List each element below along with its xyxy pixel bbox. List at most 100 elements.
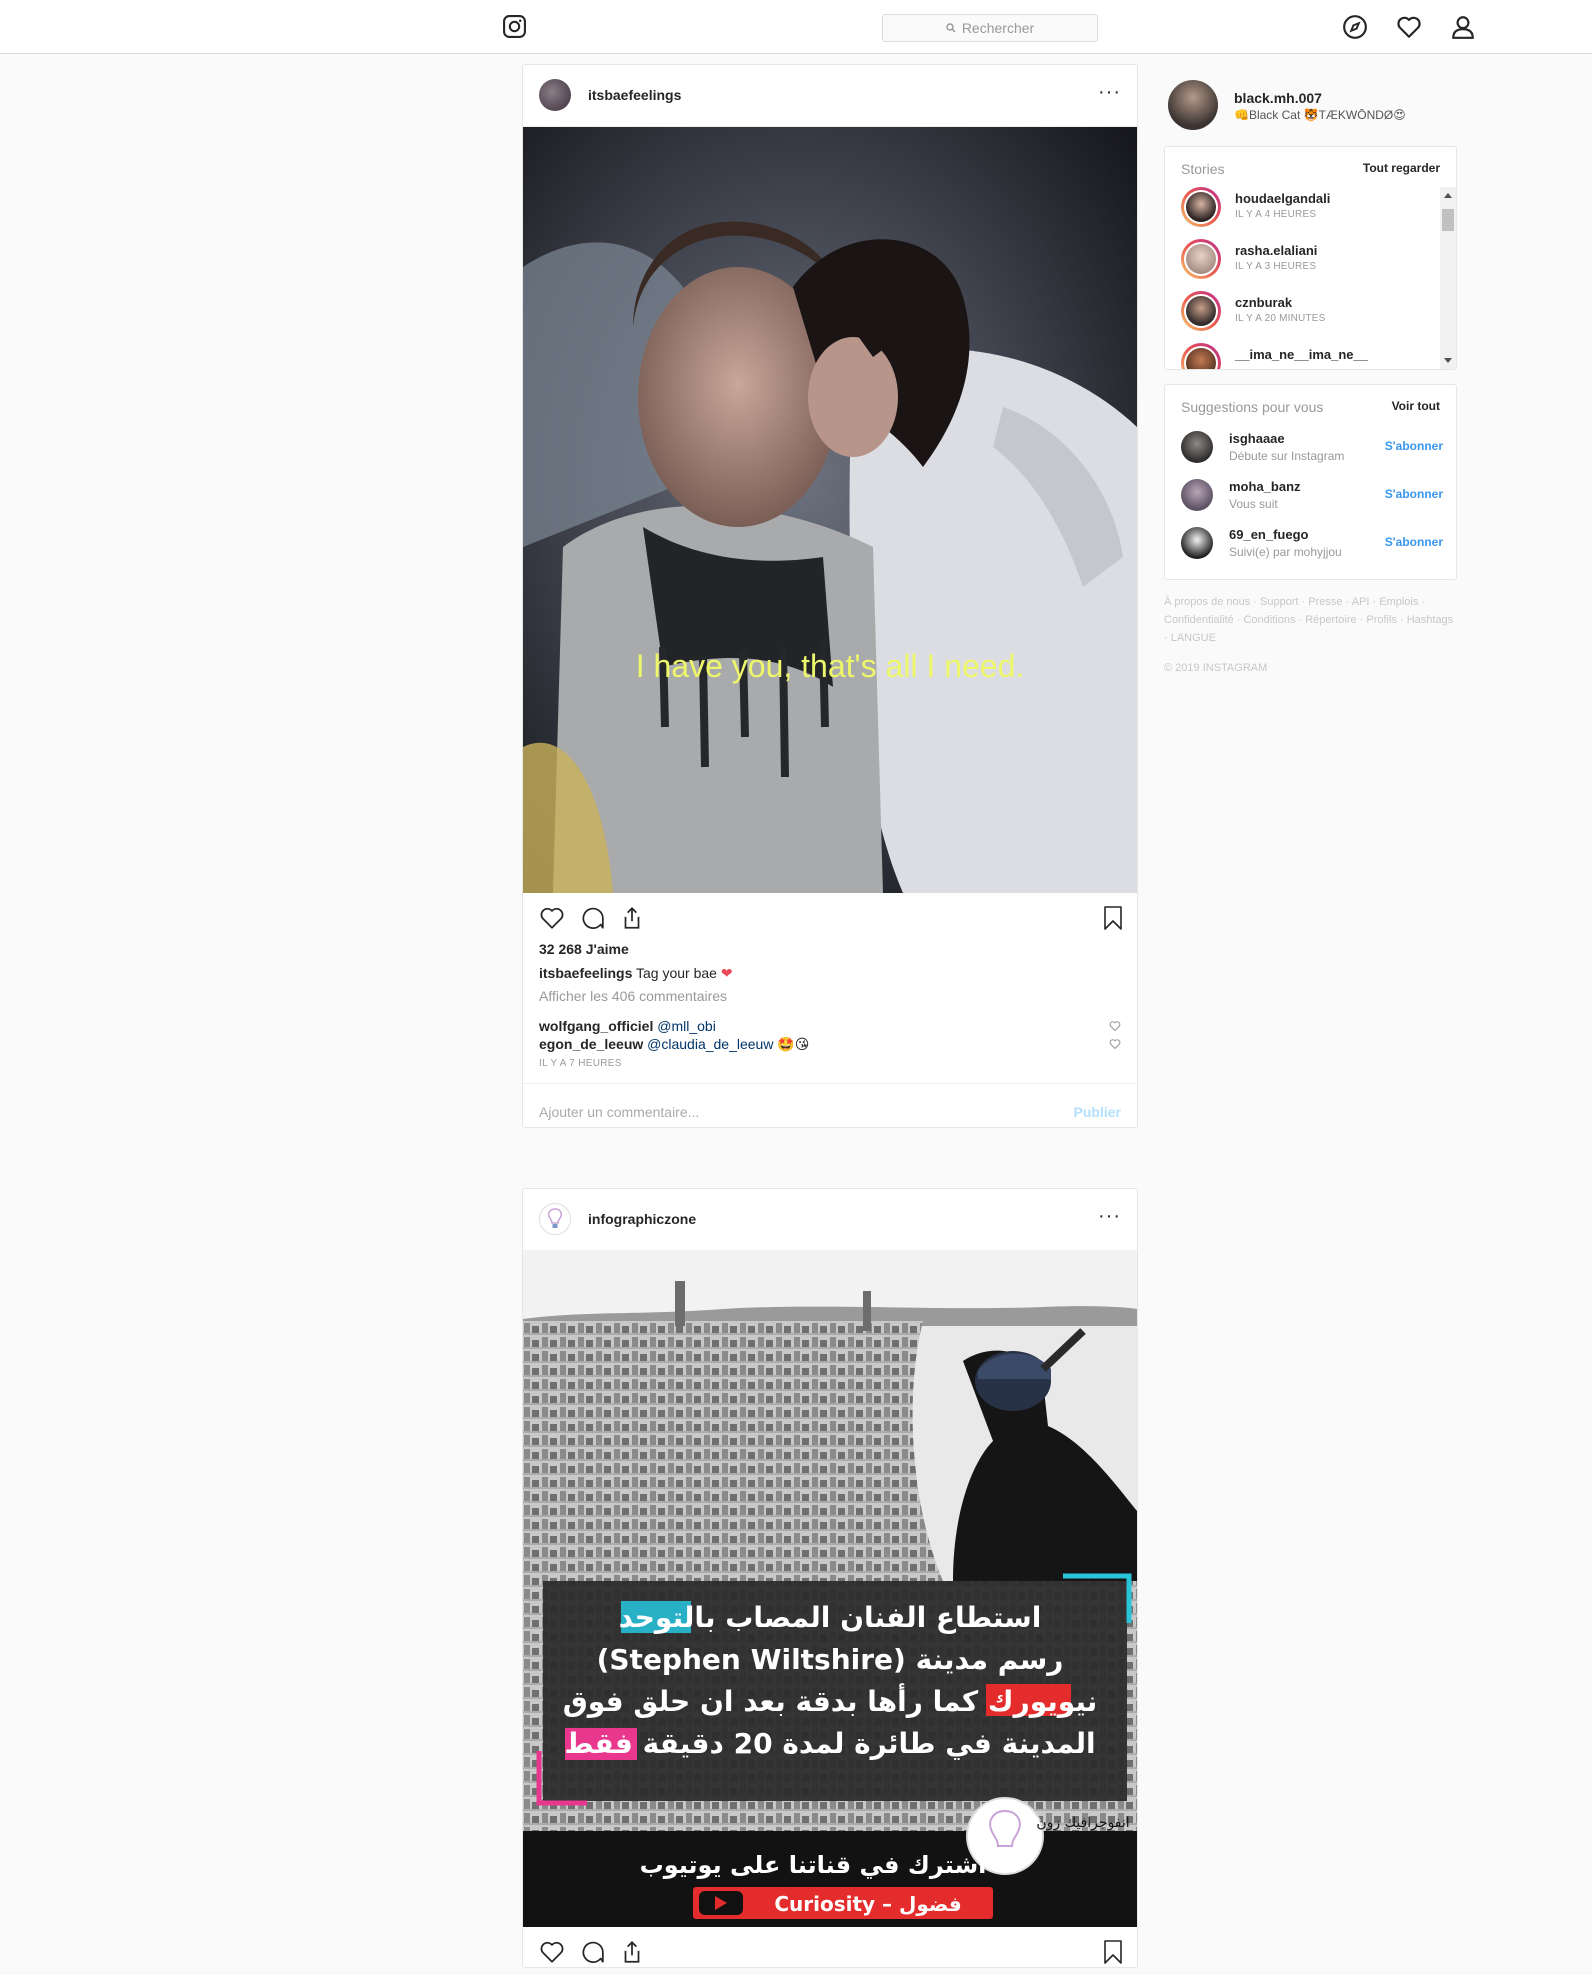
- story-username: cznburak: [1235, 295, 1293, 310]
- comment-row: egon_de_leeuw @claudia_de_leeuw 🤩😘: [523, 1036, 1137, 1054]
- channel-name: Curiosity – فضول: [774, 1892, 961, 1916]
- comment-input[interactable]: Ajouter un commentaire...: [539, 1104, 699, 1120]
- infographic-line-2: (Stephen Wiltshire) رسم مدينة: [597, 1643, 1064, 1676]
- infographic-line-4: المدينة في طائرة لمدة 20 دقيقة فقط: [564, 1727, 1095, 1760]
- explore-compass-icon[interactable]: [1342, 14, 1368, 40]
- story-username: __ima_ne__ima_ne__: [1235, 347, 1368, 362]
- more-options-icon[interactable]: ···: [1098, 82, 1121, 102]
- infographic-line-1: استطاع الفنان المصاب بالتوحد: [619, 1601, 1042, 1634]
- story-username: houdaelgandali: [1235, 191, 1331, 206]
- story-item[interactable]: rasha.elaliani IL Y A 3 HEURES: [1181, 239, 1431, 285]
- red-heart-emoji: ❤: [720, 965, 733, 981]
- follow-button[interactable]: S'abonner: [1385, 439, 1443, 453]
- like-heart-icon[interactable]: [539, 1939, 565, 1965]
- couple-photo: I have you, that's all I need.: [523, 127, 1137, 893]
- copyright: © 2019 INSTAGRAM: [1164, 662, 1268, 674]
- post-timestamp[interactable]: IL Y A 7 HEURES: [523, 1058, 1137, 1069]
- post-image[interactable]: I have you, that's all I need.: [523, 127, 1137, 893]
- see-all-stories-link[interactable]: Tout regarder: [1363, 161, 1440, 175]
- comment-emoji: 🤩😘: [777, 1036, 810, 1052]
- avatar[interactable]: [539, 79, 571, 111]
- suggestion-username[interactable]: moha_banz: [1229, 479, 1301, 494]
- scroll-up-arrow-icon[interactable]: [1443, 191, 1453, 199]
- scrollbar-thumb[interactable]: [1442, 209, 1454, 231]
- suggestions-card: Suggestions pour vous Voir tout isghaaae…: [1164, 384, 1457, 580]
- profile-user-icon[interactable]: [1450, 14, 1476, 40]
- my-avatar[interactable]: [1168, 80, 1218, 130]
- search-input[interactable]: Rechercher: [882, 14, 1098, 42]
- feed-post: itsbaefeelings ··· I have you, that's al…: [522, 64, 1138, 1128]
- view-all-comments-link[interactable]: Afficher les 406 commentaires: [523, 988, 1137, 1004]
- publish-button[interactable]: Publier: [1074, 1104, 1121, 1120]
- brand-name: انفوجرافيك زون: [1036, 1815, 1129, 1831]
- comment-like-heart-icon[interactable]: [1109, 1038, 1121, 1050]
- avatar[interactable]: [1181, 431, 1213, 463]
- infographic-image: استطاع الفنان المصاب بالتوحد (Stephen Wi…: [523, 1251, 1137, 1927]
- comment-mention[interactable]: @claudia_de_leeuw: [647, 1036, 773, 1052]
- suggestions-title: Suggestions pour vous: [1181, 399, 1324, 415]
- story-ring: [1181, 239, 1221, 279]
- my-bio: 👊Black Cat 🐯TÆKWŌNDØ😍: [1234, 108, 1406, 122]
- post-username[interactable]: itsbaefeelings: [588, 87, 681, 103]
- share-icon[interactable]: [619, 1939, 645, 1965]
- avatar[interactable]: [1181, 479, 1213, 511]
- feed-post: infographiczone ··· استطاع الفنان المصاب…: [522, 1188, 1138, 1968]
- stories-card: Stories Tout regarder houdaelgandali IL …: [1164, 146, 1457, 370]
- suggestion-username[interactable]: isghaaae: [1229, 431, 1285, 446]
- comment-username[interactable]: wolfgang_officiel: [539, 1018, 653, 1034]
- comment-like-heart-icon[interactable]: [1109, 1020, 1121, 1032]
- suggestion-reason: Suivi(e) par mohyjjou: [1229, 545, 1342, 559]
- lightbulb-logo-icon: [548, 1208, 562, 1228]
- avatar[interactable]: [1181, 527, 1213, 559]
- post-image[interactable]: استطاع الفنان المصاب بالتوحد (Stephen Wi…: [523, 1251, 1137, 1927]
- stories-scrollbar[interactable]: [1440, 187, 1456, 369]
- suggestion-username[interactable]: 69_en_fuego: [1229, 527, 1308, 542]
- see-all-suggestions-link[interactable]: Voir tout: [1392, 399, 1440, 413]
- footer-links[interactable]: À propos de nous · Support · Presse · AP…: [1164, 593, 1454, 647]
- story-item[interactable]: __ima_ne__ima_ne__: [1181, 343, 1431, 369]
- comment-bubble-icon[interactable]: [579, 1939, 605, 1965]
- story-item[interactable]: houdaelgandali IL Y A 4 HEURES: [1181, 187, 1431, 233]
- like-heart-icon[interactable]: [539, 905, 565, 931]
- suggestion-reason: Vous suit: [1229, 497, 1278, 511]
- search-placeholder: Rechercher: [961, 20, 1035, 36]
- follow-button[interactable]: S'abonner: [1385, 535, 1443, 549]
- post-actions: [523, 893, 1137, 941]
- avatar[interactable]: [539, 1203, 571, 1235]
- story-time: IL Y A 3 HEURES: [1235, 261, 1317, 272]
- comment-username[interactable]: egon_de_leeuw: [539, 1036, 643, 1052]
- story-time: IL Y A 20 MINUTES: [1235, 313, 1326, 324]
- search-icon: [946, 23, 956, 33]
- top-navigation-bar: Rechercher: [0, 0, 1592, 54]
- stories-title: Stories: [1181, 161, 1225, 177]
- instagram-logo-icon[interactable]: [502, 14, 527, 39]
- add-comment-bar: Ajouter un commentaire... Publier: [523, 1083, 1137, 1140]
- story-item[interactable]: cznburak IL Y A 20 MINUTES: [1181, 291, 1431, 337]
- comment-mention[interactable]: @mll_obi: [657, 1018, 716, 1034]
- share-icon[interactable]: [619, 905, 645, 931]
- my-username[interactable]: black.mh.007: [1234, 90, 1322, 106]
- story-time: IL Y A 4 HEURES: [1235, 209, 1317, 220]
- story-ring: [1181, 343, 1221, 369]
- more-options-icon[interactable]: ···: [1098, 1206, 1121, 1226]
- suggestion-reason: Débute sur Instagram: [1229, 449, 1345, 463]
- likes-count[interactable]: 32 268 J'aime: [523, 941, 1137, 957]
- suggestion-item: 69_en_fuego Suivi(e) par mohyjjou S'abon…: [1181, 525, 1443, 565]
- story-ring: [1181, 187, 1221, 227]
- save-bookmark-icon[interactable]: [1101, 1939, 1125, 1965]
- story-ring: [1181, 291, 1221, 331]
- comment-bubble-icon[interactable]: [579, 905, 605, 931]
- caption-username[interactable]: itsbaefeelings: [539, 965, 632, 981]
- post-header: itsbaefeelings ···: [523, 65, 1137, 127]
- save-bookmark-icon[interactable]: [1101, 905, 1125, 931]
- post-actions: [523, 1927, 1137, 1975]
- subscribe-text: اشترك في قناتنا على يوتيوب: [640, 1851, 987, 1879]
- post-username[interactable]: infographiczone: [588, 1211, 696, 1227]
- scroll-down-arrow-icon[interactable]: [1443, 357, 1453, 365]
- suggestion-item: isghaaae Débute sur Instagram S'abonner: [1181, 429, 1443, 469]
- post-image-overlay-text: I have you, that's all I need.: [636, 648, 1025, 684]
- post-header: infographiczone ···: [523, 1189, 1137, 1251]
- activity-heart-icon[interactable]: [1396, 14, 1422, 40]
- comment-row: wolfgang_officiel @mll_obi: [523, 1018, 1137, 1036]
- follow-button[interactable]: S'abonner: [1385, 487, 1443, 501]
